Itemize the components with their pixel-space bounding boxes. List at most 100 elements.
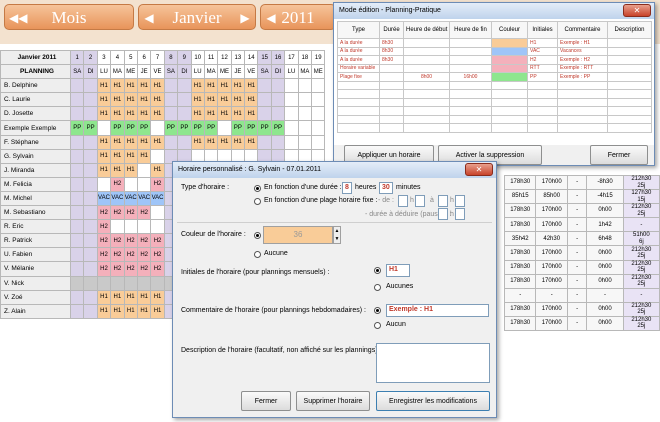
schedule-cell[interactable] bbox=[83, 190, 98, 207]
schedule-cell[interactable] bbox=[83, 162, 98, 178]
schedule-cell[interactable] bbox=[69, 162, 85, 178]
schedule-cell[interactable]: PP bbox=[69, 120, 85, 136]
schedule-cell[interactable]: H1 bbox=[123, 289, 138, 305]
employee-name[interactable]: R. Patrick bbox=[0, 233, 71, 249]
schedule-cell[interactable]: H1 bbox=[123, 78, 138, 94]
schedule-cell[interactable] bbox=[110, 219, 125, 235]
schedule-cell[interactable]: PP bbox=[190, 120, 205, 136]
schedule-cell[interactable]: H1 bbox=[150, 289, 165, 305]
schedule-cell[interactable] bbox=[83, 205, 98, 221]
schedule-cell[interactable]: H2 bbox=[123, 205, 138, 221]
schedule-cell[interactable] bbox=[136, 219, 152, 235]
initials-radio[interactable] bbox=[374, 267, 381, 274]
schedule-cell[interactable] bbox=[83, 148, 98, 164]
schedule-cell[interactable] bbox=[69, 247, 85, 263]
schedule-cell[interactable]: H1 bbox=[190, 106, 205, 122]
schedule-cell[interactable]: H1 bbox=[123, 148, 138, 164]
schedule-cell[interactable]: H1 bbox=[244, 134, 259, 150]
hours-input[interactable]: 8 bbox=[342, 182, 352, 194]
schedule-cell[interactable] bbox=[136, 162, 152, 178]
schedule-cell[interactable]: H1 bbox=[217, 134, 232, 150]
schedule-cell[interactable] bbox=[69, 106, 85, 122]
schedule-cell[interactable]: H1 bbox=[244, 92, 259, 108]
schedule-cell[interactable] bbox=[297, 120, 313, 136]
schedule-cell[interactable] bbox=[311, 134, 326, 150]
table-row[interactable]: A la durée 8h30 H1 Exemple : H1 bbox=[337, 38, 652, 48]
schedule-cell[interactable] bbox=[284, 106, 299, 122]
schedule-cell[interactable]: H2 bbox=[123, 261, 138, 277]
employee-name[interactable]: B. Delphine bbox=[0, 78, 71, 94]
schedule-cell[interactable] bbox=[69, 289, 85, 305]
schedule-cell[interactable] bbox=[69, 176, 85, 192]
schedule-cell[interactable]: H1 bbox=[150, 106, 165, 122]
schedule-cell[interactable]: H1 bbox=[136, 78, 152, 94]
initials-input[interactable]: H1 bbox=[386, 264, 410, 277]
schedule-cell[interactable]: H1 bbox=[230, 106, 246, 122]
schedule-cell[interactable] bbox=[123, 219, 138, 235]
schedule-cell[interactable]: H2 bbox=[150, 176, 165, 192]
schedule-cell[interactable]: H1 bbox=[230, 134, 246, 150]
prev-arrow-icon[interactable]: ◀◀ bbox=[9, 5, 27, 31]
schedule-cell[interactable]: H2 bbox=[136, 205, 152, 221]
schedule-cell[interactable]: H1 bbox=[96, 289, 112, 305]
deduct-hour-input[interactable] bbox=[438, 208, 448, 220]
employee-name[interactable]: V. Nick bbox=[0, 275, 71, 291]
schedule-cell[interactable] bbox=[177, 134, 192, 150]
schedule-cell[interactable]: H1 bbox=[150, 134, 165, 150]
schedule-cell[interactable] bbox=[284, 134, 299, 150]
schedule-cell[interactable] bbox=[163, 106, 179, 122]
schedule-cell[interactable]: H1 bbox=[96, 148, 112, 164]
employee-name[interactable]: M. Felicia bbox=[0, 176, 71, 192]
schedule-cell[interactable] bbox=[69, 78, 85, 94]
schedule-cell[interactable] bbox=[150, 219, 165, 235]
color-none-radio[interactable] bbox=[254, 251, 261, 258]
schedule-cell[interactable]: PP bbox=[177, 120, 192, 136]
color-radio[interactable] bbox=[254, 232, 261, 239]
schedule-cell[interactable] bbox=[83, 134, 98, 150]
schedule-cell[interactable]: H2 bbox=[136, 233, 152, 249]
schedule-cell[interactable]: H1 bbox=[190, 134, 205, 150]
employee-name[interactable]: F. Stéphane bbox=[0, 134, 71, 150]
schedule-cell[interactable]: H1 bbox=[203, 106, 219, 122]
schedule-cell[interactable] bbox=[83, 275, 98, 291]
schedule-cell[interactable]: H1 bbox=[203, 92, 219, 108]
schedule-cell[interactable] bbox=[83, 303, 98, 319]
schedule-cell[interactable] bbox=[150, 120, 165, 136]
employee-name[interactable]: J. Miranda bbox=[0, 162, 71, 178]
schedule-cell[interactable] bbox=[163, 134, 179, 150]
schedule-cell[interactable] bbox=[177, 106, 192, 122]
schedule-cell[interactable] bbox=[177, 92, 192, 108]
schedule-cell[interactable]: H2 bbox=[110, 205, 125, 221]
schedule-cell[interactable]: PP bbox=[257, 120, 272, 136]
schedule-cell[interactable]: PP bbox=[83, 120, 98, 136]
schedule-cell[interactable]: H2 bbox=[96, 261, 112, 277]
schedule-cell[interactable] bbox=[96, 176, 112, 192]
comment-radio[interactable] bbox=[374, 307, 381, 314]
schedule-cell[interactable] bbox=[83, 219, 98, 235]
schedule-cell[interactable]: H1 bbox=[136, 134, 152, 150]
close-button[interactable]: Fermer bbox=[241, 391, 291, 411]
schedule-cell[interactable]: H1 bbox=[110, 303, 125, 319]
fixed-range-radio[interactable] bbox=[254, 198, 261, 205]
table-row[interactable]: Plage fixe 8h00 16h00 PP Exemple : PP bbox=[337, 72, 652, 82]
schedule-cell[interactable] bbox=[150, 148, 165, 164]
schedule-cell[interactable] bbox=[311, 106, 326, 122]
schedule-cell[interactable] bbox=[217, 120, 232, 136]
schedule-cell[interactable] bbox=[83, 289, 98, 305]
schedule-cell[interactable]: VAC bbox=[123, 190, 138, 207]
schedule-cell[interactable] bbox=[270, 92, 286, 108]
schedule-cell[interactable] bbox=[311, 120, 326, 136]
table-row[interactable]: Horaire variable RTT Exemple : RTT bbox=[337, 63, 652, 73]
schedule-cell[interactable] bbox=[311, 78, 326, 94]
schedule-cell[interactable]: H2 bbox=[110, 261, 125, 277]
employee-name[interactable]: G. Sylvain bbox=[0, 148, 71, 164]
schedule-cell[interactable]: H2 bbox=[110, 233, 125, 249]
schedule-cell[interactable]: H1 bbox=[96, 92, 112, 108]
schedule-cell[interactable]: H1 bbox=[190, 78, 205, 94]
schedule-cell[interactable]: H1 bbox=[150, 303, 165, 319]
schedule-cell[interactable] bbox=[123, 275, 138, 291]
schedule-cell[interactable]: H2 bbox=[150, 261, 165, 277]
schedule-cell[interactable]: H1 bbox=[150, 78, 165, 94]
range-start-minute-input[interactable] bbox=[415, 195, 425, 207]
schedule-cell[interactable]: H1 bbox=[110, 134, 125, 150]
